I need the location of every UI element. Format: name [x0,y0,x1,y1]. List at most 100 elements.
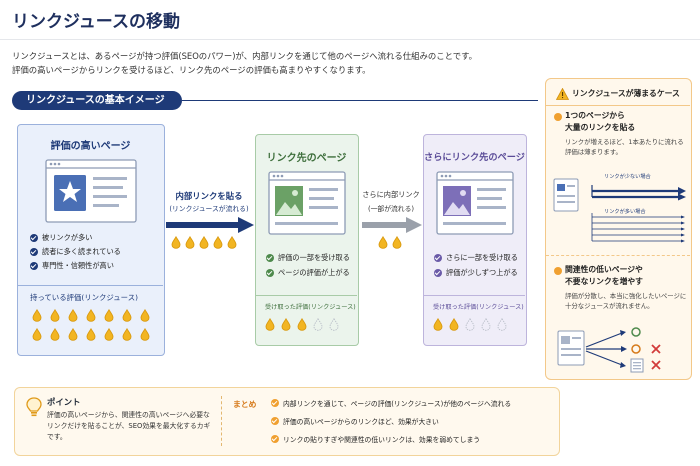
juice-drop-icon [104,328,114,341]
arrow1-sublabel: (リンクジュースが流れる) [169,205,249,213]
warning-icon [556,88,569,100]
check-icon [271,417,279,425]
juice-drop-icon [171,236,181,249]
juice-drop-icon [281,318,291,331]
section-rule [182,100,538,101]
case2-title-line-1: 関連性の低いページや [565,265,643,274]
check-icon [434,254,442,262]
juice-drop-icon [32,309,42,322]
juice-drop-icon [185,236,195,249]
summary-panel: ポイント 評価の高いページから、関連性の高いページへ必要なリンクだけを貼ることが… [14,387,560,456]
check-icon [434,269,442,277]
arrow2-label: さらに内部リンク [362,190,420,199]
check-icon [266,254,274,262]
arrow1-drops [171,236,251,249]
juice-drop-icon [378,236,388,249]
target-point: ページの評価が上がる [266,268,350,278]
intro-text-line-1: リンクジュースとは、あるページが持つ評価(SEOのパワー)が、内部リンクを通じて… [12,51,478,61]
case2-title-line-2: 不要なリンクを増やす [565,277,643,286]
arrow2-sublabel: (一部が流れる) [367,205,415,213]
case1-title-line-1: 1つのページから [565,111,625,120]
flow-arrow-1 [166,217,254,233]
dilution-cases-panel: リンクジュースが薄まるケース 1つのページから 大量のリンクを貼る リンクが増え… [545,78,692,380]
point-text: 評価の高いページから、関連性の高いページへ必要なリンクだけを貼ることが、SEO効… [47,411,211,441]
flow-arrow-2 [362,217,422,233]
juice-drop-icon [433,318,443,331]
bullet-icon [554,267,562,275]
panel-divider [546,255,690,256]
intro-text-line-2: 評価の高いページからリンクを受けるほど、リンク先のページの評価も高まりやすくなり… [12,65,371,75]
image-page-icon [436,171,514,235]
source-page-card: 評価の高いページ 被リンクが多い 読者に多く読まれている 専門性・信頼性が高い … [17,124,165,356]
final-page-card: さらにリンク先のページ さらに一部を受け取る 評価が少しずつ上がる 受け取った評… [423,134,527,346]
empty-drop-icon [481,318,491,331]
juice-drop-icon [449,318,459,331]
source-point: 読者に多く読まれている [30,247,121,257]
case1-title-line-2: 大量のリンクを貼る [565,123,636,132]
many-links-label: リンクが多い場合 [604,209,646,215]
juice-drop-icon [227,236,237,249]
empty-drop-icon [465,318,475,331]
target-card-title: リンク先のページ [266,153,347,164]
empty-drop-icon [313,318,323,331]
case2-text: 評価が分散し、本当に強化したいページに十分なジュースが流れません。 [565,292,687,310]
source-juice-label: 持っている評価(リンクジュース) [30,293,138,302]
check-icon [266,269,274,277]
final-juice-label: 受け取った評価(リンクジュース) [433,304,524,311]
final-point: さらに一部を受け取る [434,253,518,263]
section-label: リンクジュースの基本イメージ [12,91,182,110]
lightbulb-icon [26,397,42,417]
check-icon [30,248,38,256]
summary-item: 内部リンクを通じて、ページの評価(リンクジュース)が他のページへ流れる [271,398,511,408]
juice-drop-icon [265,318,275,331]
juice-drop-icon [68,309,78,322]
arrow1-label: 内部リンクを貼る [175,191,243,201]
panel-title: リンクジュースが薄まるケース [572,89,680,98]
star-page-icon [45,159,137,223]
arrow2-drops [378,236,418,249]
card-divider [18,285,163,286]
summary-item: リンクの貼りすぎや関連性の低いリンクは、効果を弱めてしまう [271,434,511,444]
source-juice-drops [32,309,156,341]
check-icon [271,435,279,443]
juice-drop-icon [213,236,223,249]
final-point: 評価が少しずつ上がる [434,268,518,278]
juice-drop-icon [86,328,96,341]
target-juice-drops [265,318,355,331]
empty-drop-icon [497,318,507,331]
image-page-icon [268,171,346,235]
juice-drop-icon [122,328,132,341]
juice-drop-icon [297,318,307,331]
juice-drop-icon [140,309,150,322]
juice-drop-icon [199,236,209,249]
card-divider [424,295,525,296]
summary-label: まとめ [233,400,257,409]
scattered-links-diagram [556,327,686,373]
juice-drop-icon [140,328,150,341]
juice-drop-icon [68,328,78,341]
summary-item: 評価の高いページからのリンクほど、効果が大きい [271,416,511,426]
check-icon [30,234,38,242]
panel-divider [221,396,222,446]
case1-text: リンクが増えるほど、1本あたりに流れる評価は薄まります。 [565,138,684,156]
source-card-title: 評価の高いページ [50,141,131,152]
juice-drop-icon [104,309,114,322]
juice-drop-icon [32,328,42,341]
card-divider [256,295,357,296]
juice-drop-icon [122,309,132,322]
final-juice-drops [433,318,523,331]
few-links-label: リンクが少ない場合 [604,174,651,180]
juice-drop-icon [86,309,96,322]
panel-divider [546,105,690,106]
check-icon [30,262,38,270]
juice-drop-icon [50,309,60,322]
juice-drop-icon [392,236,402,249]
source-point: 被リンクが多い [30,233,121,243]
bullet-icon [554,113,562,121]
juice-drop-icon [50,328,60,341]
target-point: 評価の一部を受け取る [266,253,350,263]
final-card-title: さらにリンク先のページ [424,152,525,163]
check-icon [271,399,279,407]
point-label: ポイント [47,397,81,407]
page-title: リンクジュースの移動 [0,0,700,40]
